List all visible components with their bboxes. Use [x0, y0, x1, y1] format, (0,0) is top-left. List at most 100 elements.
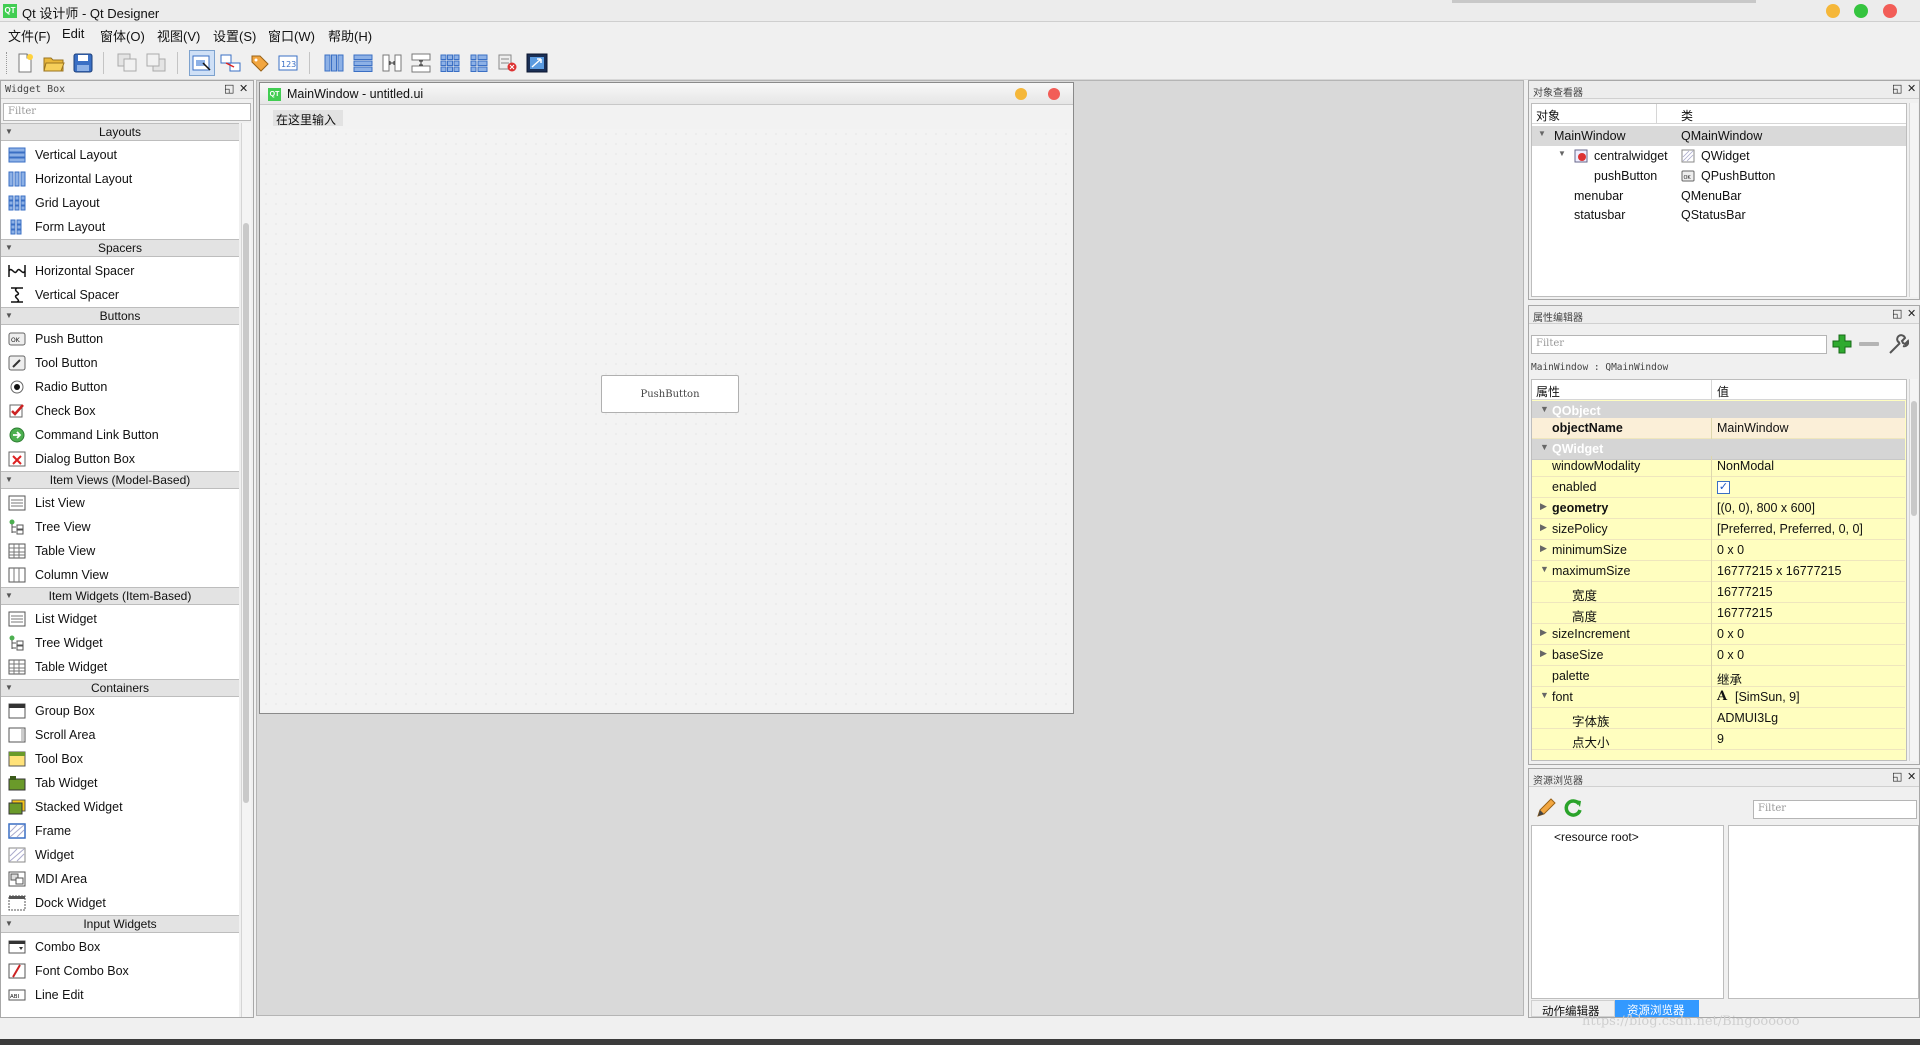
widget-item-table-widget[interactable]: Table Widget — [1, 655, 239, 679]
collapse-arrow-icon[interactable]: ▼ — [1540, 564, 1549, 574]
menu-view[interactable]: 视图(V) — [157, 26, 200, 45]
widget-item-group-box[interactable]: Group Box — [1, 699, 239, 723]
form-canvas[interactable]: PushButton — [261, 129, 1072, 711]
property-value[interactable]: 0 x 0 — [1717, 627, 1744, 641]
open-file-icon[interactable] — [41, 50, 67, 76]
edit-widgets-icon[interactable] — [189, 50, 215, 76]
widget-box-filter-input[interactable]: Filter — [3, 103, 251, 121]
reload-icon[interactable] — [1562, 797, 1584, 819]
tree-row-pushbutton[interactable]: pushButton OK QPushButton — [1532, 166, 1906, 186]
widget-item-command-link-button[interactable]: Command Link Button — [1, 423, 239, 447]
scrollbar-thumb[interactable] — [1911, 401, 1917, 516]
collapse-arrow-icon[interactable]: ▼ — [5, 124, 13, 140]
menu-file[interactable]: 文件(F) — [8, 26, 51, 45]
widget-item-tree-view[interactable]: Tree View — [1, 515, 239, 539]
property-value[interactable]: MainWindow — [1717, 421, 1789, 435]
widget-item-stacked-widget[interactable]: Stacked Widget — [1, 795, 239, 819]
property-value[interactable]: 16777215 — [1717, 606, 1773, 620]
tree-row-centralwidget[interactable]: ▼ centralwidget QWidget — [1532, 146, 1906, 166]
property-value[interactable]: [Preferred, Preferred, 0, 0] — [1717, 522, 1863, 536]
property-filter-input[interactable]: Filter — [1531, 335, 1827, 354]
property-row-item[interactable]: palette 继承 — [1532, 666, 1905, 687]
collapse-arrow-icon[interactable]: ▼ — [5, 472, 13, 488]
expand-arrow-icon[interactable]: ▼ — [1538, 129, 1546, 138]
widget-item-frame[interactable]: Frame — [1, 819, 239, 843]
bring-to-front-icon[interactable] — [144, 50, 170, 76]
close-icon[interactable]: ✕ — [1907, 771, 1916, 783]
property-row-item[interactable]: 高度 16777215 — [1532, 603, 1905, 624]
property-row-item[interactable]: ▶ minimumSize 0 x 0 — [1532, 540, 1905, 561]
object-inspector-scrollbar[interactable] — [1909, 103, 1918, 297]
widget-item-list-view[interactable]: List View — [1, 491, 239, 515]
float-icon[interactable]: ◱ — [1892, 308, 1902, 320]
widget-item-grid-layout[interactable]: Grid Layout — [1, 191, 239, 215]
add-property-icon[interactable] — [1831, 333, 1853, 355]
property-value[interactable]: 9 — [1717, 732, 1724, 746]
property-row-item[interactable]: 字体族 ADMUI3Lg — [1532, 708, 1905, 729]
widget-item-push-button[interactable]: OK Push Button — [1, 327, 239, 351]
layout-vertical-splitter-icon[interactable] — [408, 50, 434, 76]
layout-form-icon[interactable] — [466, 50, 492, 76]
save-file-icon[interactable] — [70, 50, 96, 76]
menu-edit[interactable]: Edit — [62, 26, 84, 41]
collapse-arrow-icon[interactable]: ▼ — [5, 680, 13, 696]
widget-item-dock-widget[interactable]: Dock Widget — [1, 891, 239, 915]
widget-item-font-combo-box[interactable]: Font Combo Box — [1, 959, 239, 983]
expand-arrow-icon[interactable]: ▶ — [1540, 543, 1547, 554]
widget-item-tab-widget[interactable]: Tab Widget — [1, 771, 239, 795]
close-icon[interactable]: ✕ — [239, 83, 248, 95]
widget-item-form-layout[interactable]: Form Layout — [1, 215, 239, 239]
layout-horizontal-icon[interactable] — [321, 50, 347, 76]
send-to-back-icon[interactable] — [115, 50, 141, 76]
wrench-icon[interactable] — [1887, 334, 1910, 356]
category-item-widgets-item-based[interactable]: ▼ Item Widgets (Item-Based) — [1, 587, 239, 605]
property-value[interactable]: ADMUI3Lg — [1717, 711, 1778, 725]
property-value[interactable]: [SimSun, 9] — [1735, 690, 1800, 704]
property-row-item[interactable]: ▼ maximumSize 16777215 x 16777215 — [1532, 561, 1905, 582]
layout-vertical-icon[interactable] — [350, 50, 376, 76]
tree-row-mainwindow[interactable]: ▼ MainWindow QMainWindow — [1532, 126, 1906, 146]
property-row-item[interactable]: windowModality NonModal — [1532, 456, 1905, 477]
layout-horizontal-splitter-icon[interactable] — [379, 50, 405, 76]
widget-item-check-box[interactable]: Check Box — [1, 399, 239, 423]
widget-item-line-edit[interactable]: ABI Line Edit — [1, 983, 239, 1007]
collapse-arrow-icon[interactable]: ▼ — [5, 916, 13, 932]
widget-item-vertical-spacer[interactable]: Vertical Spacer — [1, 283, 239, 307]
property-row-item[interactable]: enabled ✓ — [1532, 477, 1905, 498]
widget-item-dialog-button-box[interactable]: Dialog Button Box — [1, 447, 239, 471]
menu-form[interactable]: 窗体(O) — [100, 26, 145, 45]
widget-item-horizontal-layout[interactable]: Horizontal Layout — [1, 167, 239, 191]
edit-signals-slots-icon[interactable] — [218, 50, 244, 76]
resource-filter-input[interactable]: Filter — [1753, 800, 1917, 819]
property-value[interactable]: NonModal — [1717, 459, 1774, 473]
category-input-widgets[interactable]: ▼ Input Widgets — [1, 915, 239, 933]
collapse-arrow-icon[interactable]: ▼ — [5, 308, 13, 324]
property-value[interactable]: 16777215 x 16777215 — [1717, 564, 1841, 578]
property-value[interactable]: 0 x 0 — [1717, 543, 1744, 557]
property-row-item[interactable]: objectName MainWindow — [1532, 418, 1905, 439]
category-item-views-model-based[interactable]: ▼ Item Views (Model-Based) — [1, 471, 239, 489]
close-button[interactable] — [1883, 4, 1897, 18]
collapse-arrow-icon[interactable]: ▼ — [5, 588, 13, 604]
expand-arrow-icon[interactable]: ▶ — [1540, 501, 1547, 512]
layout-grid-icon[interactable] — [437, 50, 463, 76]
expand-arrow-icon[interactable]: ▶ — [1540, 648, 1547, 659]
edit-tab-order-icon[interactable]: 123 — [276, 50, 302, 76]
remove-property-icon[interactable] — [1859, 342, 1879, 346]
form-window[interactable]: QT MainWindow - untitled.ui 在这里输入 PushBu… — [259, 82, 1074, 714]
menu-settings[interactable]: 设置(S) — [213, 26, 256, 45]
widget-item-column-view[interactable]: Column View — [1, 563, 239, 587]
category-containers[interactable]: ▼ Containers — [1, 679, 239, 697]
property-value[interactable]: 继承 — [1717, 669, 1742, 688]
float-icon[interactable]: ◱ — [224, 83, 234, 95]
property-row-item[interactable]: ▼ font A [SimSun, 9] — [1532, 687, 1905, 708]
widget-item-mdi-area[interactable]: MDI Area — [1, 867, 239, 891]
property-value[interactable]: 16777215 — [1717, 585, 1773, 599]
new-file-icon[interactable] — [12, 50, 38, 76]
maximize-button[interactable] — [1854, 4, 1868, 18]
close-icon[interactable]: ✕ — [1907, 83, 1916, 95]
property-editor-scrollbar[interactable] — [1909, 379, 1918, 761]
form-close-button[interactable] — [1048, 88, 1060, 100]
float-icon[interactable]: ◱ — [1892, 771, 1902, 783]
push-button[interactable]: PushButton — [601, 375, 739, 413]
